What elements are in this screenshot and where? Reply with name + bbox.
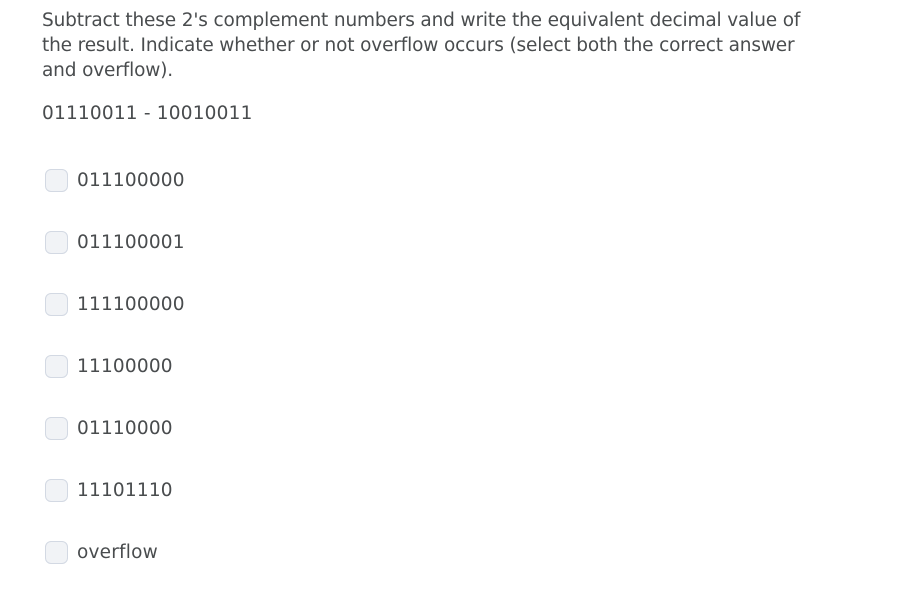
answer-options: 011100000 011100001 111100000 11100000 0…: [45, 167, 185, 601]
option-011100000[interactable]: 011100000: [45, 167, 185, 193]
option-label: overflow: [77, 541, 158, 563]
option-11101110[interactable]: 11101110: [45, 477, 185, 503]
checkbox-icon[interactable]: [45, 292, 68, 316]
checkbox-icon[interactable]: [45, 230, 68, 254]
checkbox-icon[interactable]: [45, 478, 68, 502]
checkbox-icon[interactable]: [45, 416, 68, 440]
option-111100000[interactable]: 111100000: [45, 291, 185, 317]
option-01110000[interactable]: 01110000: [45, 415, 185, 441]
checkbox-icon[interactable]: [45, 540, 68, 564]
option-011100001[interactable]: 011100001: [45, 229, 185, 255]
option-label: 11100000: [77, 355, 173, 377]
option-label: 01110000: [77, 417, 173, 439]
checkbox-icon[interactable]: [45, 168, 68, 192]
question-line-3: and overflow).: [42, 60, 174, 81]
option-label: 011100000: [77, 169, 185, 191]
option-label: 111100000: [77, 293, 185, 315]
question-prompt: Subtract these 2's complement numbers an…: [42, 8, 842, 83]
checkbox-icon[interactable]: [45, 354, 68, 378]
option-11100000[interactable]: 11100000: [45, 353, 185, 379]
option-overflow[interactable]: overflow: [45, 539, 185, 565]
option-label: 011100001: [77, 231, 185, 253]
option-label: 11101110: [77, 479, 173, 501]
question-line-2: the result. Indicate whether or not over…: [42, 35, 795, 56]
question-line-1: Subtract these 2's complement numbers an…: [42, 10, 801, 31]
subtraction-expression: 01110011 - 10010011: [42, 103, 253, 124]
